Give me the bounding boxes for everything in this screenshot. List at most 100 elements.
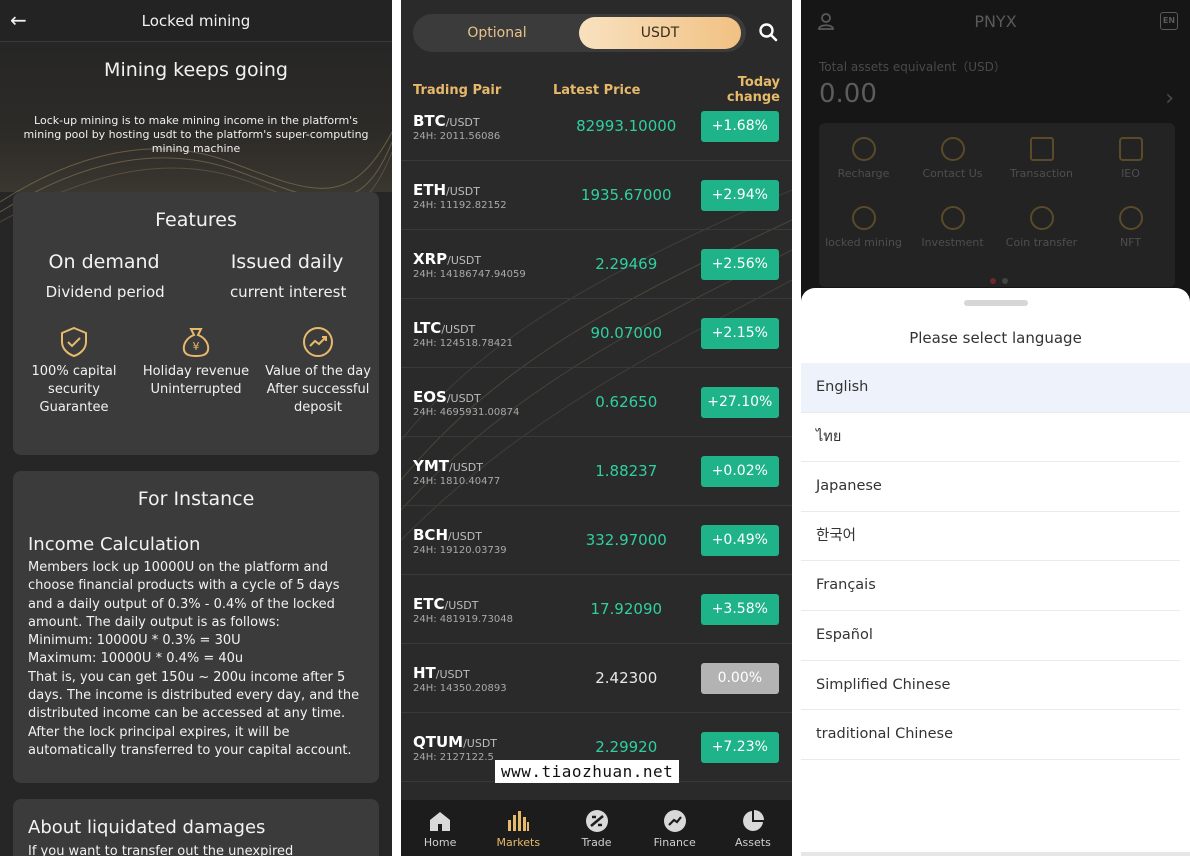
latest-price: 2.29469	[595, 255, 658, 273]
shortcut-nft[interactable]: NFT	[1086, 206, 1175, 275]
tab-optional[interactable]: Optional	[413, 14, 581, 52]
bottom-nav: Home Markets Trade Finance Assets	[401, 800, 792, 856]
pair-symbol: XRP	[413, 249, 448, 268]
liquidated-title: About liquidated damages	[28, 817, 266, 838]
shortcut-ieo[interactable]: IEO	[1086, 137, 1175, 206]
shortcut-coin-transfer[interactable]: Coin transfer	[997, 206, 1086, 275]
nav-home[interactable]: Home	[401, 800, 479, 856]
nav-assets[interactable]: Assets	[714, 800, 792, 856]
sheet-title: Please select language	[909, 329, 1082, 347]
shortcut-investment[interactable]: Investment	[908, 206, 997, 275]
pair-quote: /USDT	[446, 391, 481, 405]
market-row[interactable]: BTC/USDT 24H: 2011.56086 82993.10000 +1.6…	[401, 92, 792, 161]
change-badge: +0.49%	[700, 524, 779, 556]
tab-usdt[interactable]: USDT	[579, 17, 741, 49]
language-sheet: Please select language English ไทย Japan…	[801, 288, 1190, 856]
back-arrow-icon[interactable]: ←	[10, 8, 27, 32]
nav-trade[interactable]: Trade	[557, 800, 635, 856]
trend-up-icon	[303, 327, 333, 357]
target-icon	[940, 206, 965, 230]
language-option-japanese[interactable]: Japanese	[801, 462, 1180, 512]
chart-icon	[1029, 137, 1054, 161]
feature-label: Value of the day After successful deposi…	[265, 364, 371, 415]
nav-label: Trade	[581, 836, 612, 849]
chevron-right-icon[interactable]: ›	[1165, 86, 1174, 111]
page-title: Locked mining	[141, 11, 251, 30]
nav-label: Markets	[496, 836, 541, 849]
shortcut-recharge[interactable]: Recharge	[819, 137, 908, 206]
svg-text:¥: ¥	[193, 340, 200, 353]
shortcut-transaction[interactable]: Transaction	[997, 137, 1086, 206]
shortcut-label: IEO	[1121, 167, 1140, 180]
bitcoin-icon	[851, 137, 876, 161]
shortcut-contact-us[interactable]: Contact Us	[908, 137, 997, 206]
nav-markets[interactable]: Markets	[479, 800, 557, 856]
features-title: Features	[155, 209, 237, 231]
pair-volume: 24H: 2011.56086	[413, 130, 501, 142]
pair-volume: 24H: 1810.40477	[413, 475, 501, 487]
page-dot	[990, 278, 996, 284]
pair-volume: 24H: 19120.03739	[413, 544, 507, 556]
pair-quote: /USDT	[447, 253, 482, 267]
pair-symbol: ETC	[413, 594, 445, 613]
feature-issued-daily: Issued daily	[230, 251, 344, 273]
language-option-simplified-chinese[interactable]: Simplified Chinese	[801, 661, 1180, 711]
shortcut-grid: Recharge Contact Us Transaction IEO lock…	[819, 123, 1175, 287]
pair-volume: 24H: 4695931.00874	[413, 406, 520, 418]
edit-icon	[1118, 137, 1143, 161]
assets-screen: PNYX EN Total assets equivalent（USD） 0.0…	[801, 0, 1190, 856]
pair-quote: /USDT	[449, 460, 483, 474]
trade-icon	[585, 810, 608, 832]
assets-header: PNYX EN	[801, 0, 1190, 44]
shield-check-icon	[61, 326, 87, 358]
instance-title: For Instance	[137, 488, 255, 510]
change-badge: +3.58%	[700, 593, 779, 625]
market-row[interactable]: EOS/USDT 24H: 4695931.00874 0.62650 +27.1…	[401, 368, 792, 437]
language-option-thai[interactable]: ไทย	[801, 413, 1180, 463]
shortcut-label: Transaction	[1010, 167, 1073, 180]
sheet-handle[interactable]	[963, 300, 1028, 306]
market-row[interactable]: ETC/USDT 24H: 481919.73048 17.92090 +3.58…	[401, 575, 792, 644]
locked-mining-screen: ← Locked mining Mining keeps going Lock-…	[0, 0, 392, 856]
market-row[interactable]: HT/USDT 24H: 14350.20893 2.42300 0.00%	[401, 644, 792, 713]
pair-symbol: YMT	[413, 456, 450, 475]
language-option-french[interactable]: Français	[801, 561, 1180, 611]
liquidated-text: If you want to transfer out the unexpire…	[28, 844, 294, 856]
change-badge: +0.02%	[700, 455, 779, 487]
latest-price: 332.97000	[585, 531, 667, 549]
language-icon[interactable]: EN	[1160, 12, 1178, 30]
nft-icon	[1118, 206, 1143, 230]
shortcut-locked-mining[interactable]: locked mining	[819, 206, 908, 275]
transfer-icon	[1029, 206, 1054, 230]
hero-title: Mining keeps going	[104, 59, 288, 81]
language-option-english[interactable]: English	[801, 363, 1190, 413]
nav-label: Finance	[653, 836, 696, 849]
total-assets-label: Total assets equivalent（USD）	[819, 60, 1006, 74]
language-option-korean[interactable]: 한국어	[801, 512, 1180, 562]
nav-finance[interactable]: Finance	[636, 800, 714, 856]
latest-price: 1935.67000	[580, 186, 672, 204]
markets-header: Optional USDT	[401, 0, 792, 68]
pair-symbol: EOS	[413, 387, 447, 406]
language-list: English ไทย Japanese 한국어 Français Españo…	[801, 363, 1190, 760]
income-calculation-title: Income Calculation	[28, 534, 201, 555]
market-row[interactable]: ETH/USDT 24H: 11192.82152 1935.67000 +2.9…	[401, 161, 792, 230]
feature-dividend-period: Dividend period	[45, 283, 165, 301]
finance-icon	[663, 810, 686, 832]
pair-quote: /USDT	[448, 529, 482, 543]
change-badge: +7.23%	[700, 731, 779, 763]
market-row[interactable]: YMT/USDT 24H: 1810.40477 1.88237 +0.02%	[401, 437, 792, 506]
market-row[interactable]: LTC/USDT 24H: 124518.78421 90.07000 +2.15…	[401, 299, 792, 368]
feature-current-interest: current interest	[229, 283, 347, 301]
pair-symbol: ETH	[413, 180, 447, 199]
language-option-traditional-chinese[interactable]: traditional Chinese	[801, 710, 1180, 760]
market-row[interactable]: XRP/USDT 24H: 14186747.94059 2.29469 +2.5…	[401, 230, 792, 299]
pair-volume: 24H: 124518.78421	[413, 337, 513, 349]
nav-label: Home	[423, 836, 457, 849]
pair-quote: /USDT	[435, 667, 470, 681]
search-icon[interactable]	[758, 22, 778, 42]
language-option-spanish[interactable]: Español	[801, 611, 1180, 661]
change-badge: +27.10%	[700, 386, 779, 418]
shortcut-label: locked mining	[825, 236, 902, 249]
market-row[interactable]: BCH/USDT 24H: 19120.03739 332.97000 +0.49…	[401, 506, 792, 575]
